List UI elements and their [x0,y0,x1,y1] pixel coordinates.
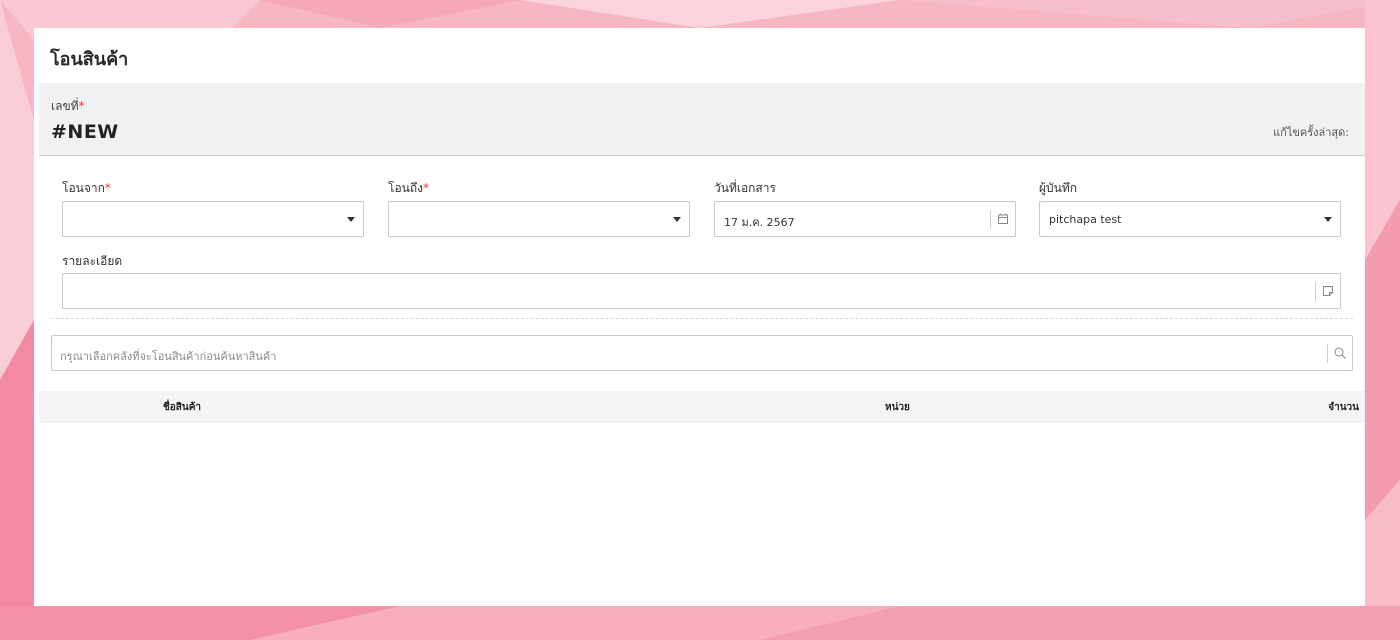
calendar-icon[interactable] [996,212,1010,226]
field-separator [1327,344,1328,363]
document-number-value: #NEW [51,121,119,143]
page-title: โอนสินค้า [50,49,129,70]
detail-label: รายละเอียด [62,254,123,268]
column-header-quantity[interactable]: จำนวน [1328,400,1359,415]
column-header-product-name[interactable]: ชื่อสินค้า [163,400,201,415]
product-table-header: ชื่อสินค้า หน่วย จำนวน [39,391,1365,423]
section-divider [51,318,1353,319]
product-search-input[interactable]: กรุณาเลือกคลังที่จะโอนสินค้าก่อนค้นหาสิน… [51,335,1353,371]
required-mark: * [78,99,85,113]
last-edit-label: แก้ไขครั้งล่าสุด: [1273,126,1349,139]
doc-date-value: 17 ม.ค. 2567 [724,216,795,229]
caret-down-icon [1324,217,1332,222]
detail-input[interactable] [62,273,1341,309]
to-label: โอนถึง* [388,181,429,195]
field-separator [990,210,991,229]
to-select[interactable] [388,201,690,237]
caret-down-icon [673,217,681,222]
recorder-select[interactable]: pitchapa test [1039,201,1341,237]
note-icon[interactable] [1321,284,1335,298]
doc-date-label: วันที่เอกสาร [714,181,776,195]
recorder-value: pitchapa test [1049,213,1122,226]
document-header: เลขที่* #NEW แก้ไขครั้งล่าสุด: [39,83,1365,156]
search-placeholder: กรุณาเลือกคลังที่จะโอนสินค้าก่อนค้นหาสิน… [60,350,277,363]
caret-down-icon [347,217,355,222]
from-select[interactable] [62,201,364,237]
column-header-unit[interactable]: หน่วย [885,400,910,415]
field-separator [1315,282,1316,301]
doc-date-input[interactable]: 17 ม.ค. 2567 [714,201,1016,237]
recorder-label: ผู้บันทึก [1039,181,1078,195]
from-label: โอนจาก* [62,181,111,195]
document-number-label: เลขที่* [51,99,85,113]
search-icon[interactable] [1333,346,1347,360]
transfer-panel: โอนสินค้า เลขที่* #NEW แก้ไขครั้งล่าสุด:… [34,28,1365,606]
